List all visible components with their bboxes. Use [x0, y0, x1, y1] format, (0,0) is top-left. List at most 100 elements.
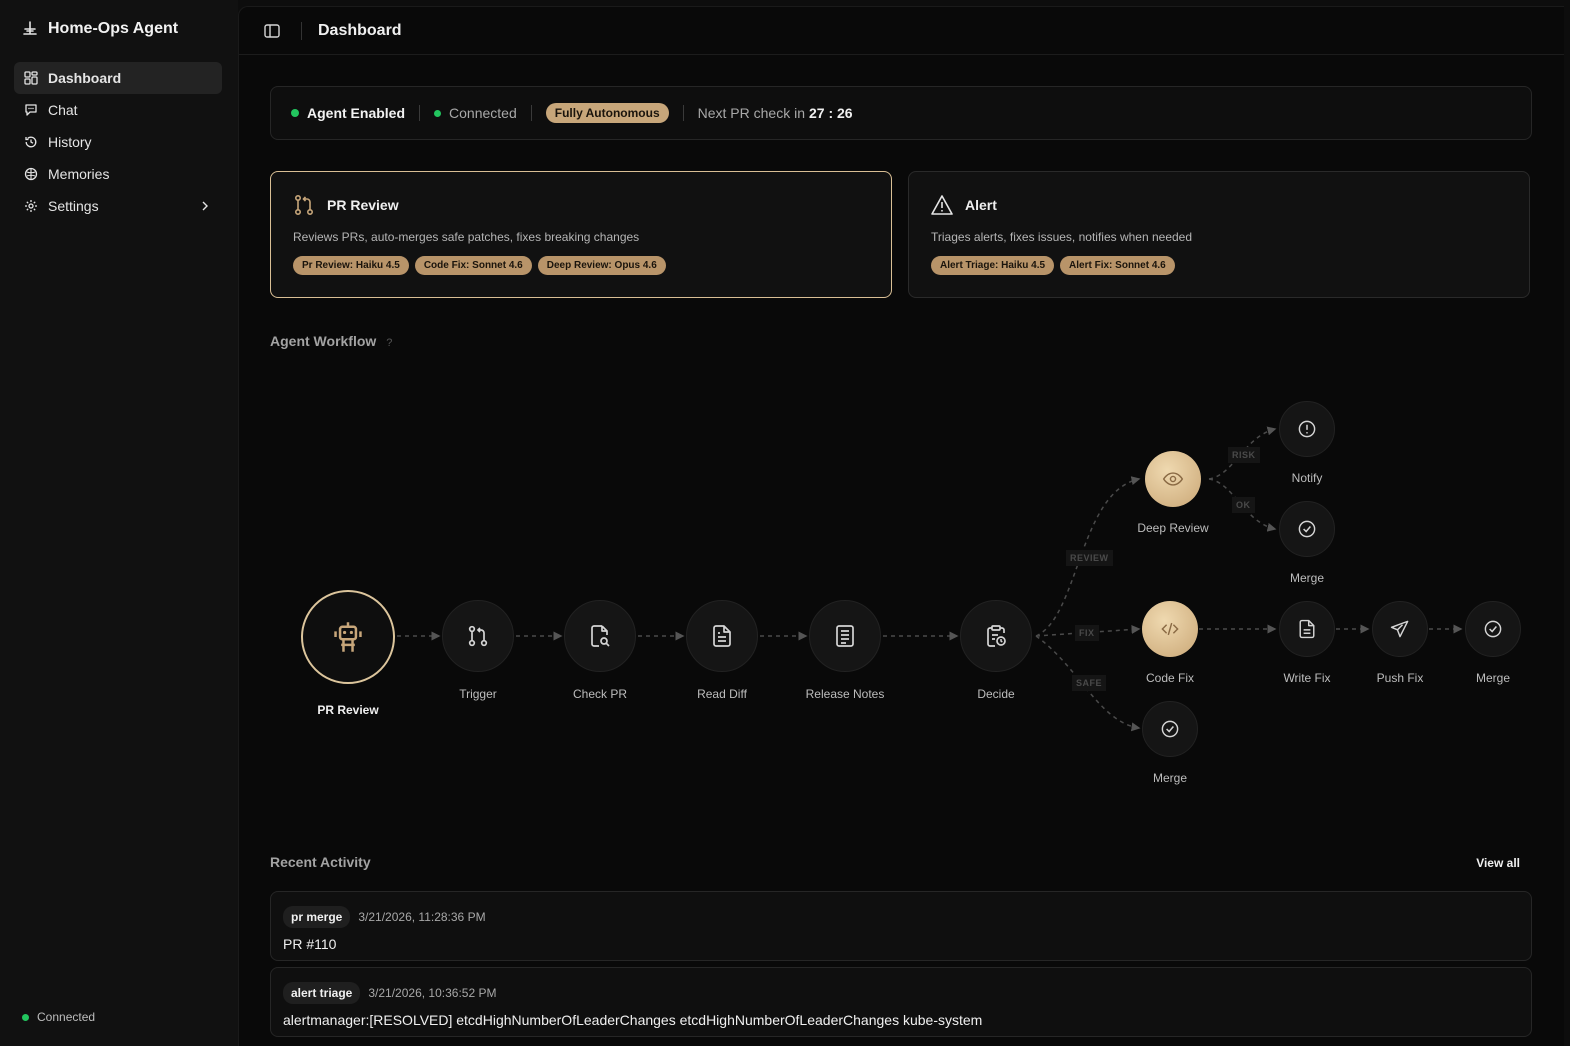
eye-icon — [1162, 472, 1184, 486]
divider — [419, 105, 421, 121]
connection-label: Connected — [449, 105, 517, 121]
alert-card[interactable]: Alert Triages alerts, fixes issues, noti… — [908, 171, 1530, 298]
sidebar-item-label: Dashboard — [48, 70, 122, 86]
card-header: Alert — [931, 194, 1507, 216]
workflow-node-check-pr[interactable] — [564, 600, 636, 672]
activity-timestamp: 3/21/2026, 11:28:36 PM — [358, 910, 486, 924]
alert-circle-icon — [1298, 420, 1316, 438]
workflow-node-trigger[interactable] — [442, 600, 514, 672]
agent-status-bar: Agent Enabled Connected Fully Autonomous… — [270, 86, 1532, 140]
sidebar-nav: Dashboard Chat History Memories Settings — [14, 62, 222, 222]
warning-triangle-icon — [931, 195, 953, 215]
check-circle-icon — [1484, 620, 1502, 638]
git-pull-request-icon — [468, 625, 488, 647]
help-icon[interactable]: ? — [386, 337, 392, 349]
page-title: Dashboard — [318, 21, 402, 39]
code-icon — [1161, 622, 1179, 636]
anchor-logo-icon — [23, 21, 37, 35]
card-description: Reviews PRs, auto-merges safe patches, f… — [293, 230, 640, 244]
sidebar-item-label: Memories — [48, 166, 110, 182]
sidebar-item-memories[interactable]: Memories — [14, 158, 222, 190]
model-badges: Pr Review: Haiku 4.5 Code Fix: Sonnet 4.… — [293, 256, 869, 275]
node-label: Code Fix — [1145, 671, 1195, 685]
workflow-node-code-fix[interactable] — [1142, 601, 1198, 657]
model-badge: Pr Review: Haiku 4.5 — [293, 256, 409, 275]
workflow-node-merge-safe[interactable] — [1142, 701, 1198, 757]
sidebar-item-label: Settings — [48, 198, 99, 214]
model-badge: Alert Triage: Haiku 4.5 — [931, 256, 1055, 275]
workflow-node-write-fix[interactable] — [1279, 601, 1335, 657]
next-check-countdown: 27 : 26 — [809, 105, 853, 121]
sidebar-item-chat[interactable]: Chat — [14, 94, 222, 126]
recent-activity-title: Recent Activity — [270, 854, 371, 870]
node-label: Read Diff — [697, 687, 747, 701]
app-brand[interactable]: Home-Ops Agent — [22, 20, 178, 38]
node-label: Decide — [977, 687, 1015, 701]
sidebar-item-settings[interactable]: Settings — [14, 190, 222, 222]
divider — [301, 21, 302, 40]
main-panel: Dashboard Agent Enabled Connected Fully … — [238, 6, 1564, 1046]
node-label: Merge — [1152, 771, 1187, 785]
mode-badge[interactable]: Fully Autonomous — [545, 103, 669, 123]
sidebar: Home-Ops Agent Dashboard Chat History Me… — [0, 0, 238, 1046]
connection-status: Connected — [434, 105, 517, 121]
check-circle-icon — [1298, 520, 1316, 538]
edge-label-ok: OK — [1232, 497, 1255, 513]
workflow-node-release-notes[interactable] — [809, 600, 881, 672]
edge-label-risk: RISK — [1228, 447, 1260, 463]
activity-text: alertmanager:[RESOLVED] etcdHighNumberOf… — [283, 1012, 983, 1028]
workflow-title: Agent Workflow — [270, 333, 377, 349]
view-all-link[interactable]: View all — [1476, 856, 1520, 870]
dashboard-grid-icon — [24, 71, 38, 85]
check-circle-icon — [1161, 720, 1179, 738]
agent-enabled-status[interactable]: Agent Enabled — [291, 105, 405, 121]
pr-review-card[interactable]: PR Review Reviews PRs, auto-merges safe … — [270, 171, 892, 298]
activity-timestamp: 3/21/2026, 10:36:52 PM — [368, 986, 497, 1000]
sidebar-item-history[interactable]: History — [14, 126, 222, 158]
status-dot — [434, 109, 442, 117]
activity-meta: alert triage 3/21/2026, 10:36:52 PM — [283, 982, 1519, 1004]
git-pull-request-icon — [294, 194, 314, 216]
sidebar-item-dashboard[interactable]: Dashboard — [14, 62, 222, 94]
sidebar-toggle-icon[interactable] — [263, 22, 281, 40]
node-label: Merge — [1475, 671, 1510, 685]
clipboard-clock-icon — [987, 625, 1006, 647]
edge-label-fix: FIX — [1075, 625, 1099, 641]
sidebar-connection-status: Connected — [22, 1010, 95, 1024]
edge-label-review: REVIEW — [1066, 550, 1113, 566]
gear-icon — [25, 200, 37, 212]
activity-type-badge: alert triage — [283, 982, 361, 1004]
model-badge: Alert Fix: Sonnet 4.6 — [1060, 256, 1175, 275]
workflow-node-pr-review[interactable] — [301, 590, 395, 684]
activity-item[interactable]: pr merge 3/21/2026, 11:28:36 PM PR #110 — [270, 891, 1532, 961]
workflow-node-deep-review[interactable] — [1145, 451, 1201, 507]
workflow-node-read-diff[interactable] — [686, 600, 758, 672]
file-text-icon — [1299, 619, 1315, 639]
model-badges: Alert Triage: Haiku 4.5 Alert Fix: Sonne… — [931, 256, 1507, 275]
node-label: Merge — [1289, 571, 1324, 585]
node-label: Notify — [1291, 471, 1323, 485]
workflow-node-merge-ok[interactable] — [1279, 501, 1335, 557]
node-label: Deep Review — [1137, 521, 1209, 535]
workflow-node-decide[interactable] — [960, 600, 1032, 672]
card-description: Triages alerts, fixes issues, notifies w… — [931, 230, 1193, 244]
robot-icon — [334, 622, 362, 652]
connection-label: Connected — [37, 1010, 96, 1024]
top-bar: Dashboard — [239, 7, 1564, 55]
send-icon — [1390, 620, 1409, 638]
workflow-node-merge-fix[interactable] — [1465, 601, 1521, 657]
divider — [530, 105, 532, 121]
card-title: Alert — [965, 197, 997, 213]
chat-bubble-icon — [25, 104, 37, 116]
node-label: Release Notes — [805, 687, 885, 701]
activity-item[interactable]: alert triage 3/21/2026, 10:36:52 PM aler… — [270, 967, 1532, 1037]
workflow-node-notify[interactable] — [1279, 401, 1335, 457]
activity-type-badge: pr merge — [283, 906, 351, 928]
status-dot — [22, 1013, 29, 1021]
chevron-right-icon[interactable] — [198, 199, 212, 213]
node-label: Check PR — [572, 687, 628, 701]
model-badge: Deep Review: Opus 4.6 — [537, 256, 666, 275]
status-dot — [291, 109, 299, 117]
workflow-node-push-fix[interactable] — [1372, 601, 1428, 657]
edge-label-safe: SAFE — [1072, 675, 1107, 691]
